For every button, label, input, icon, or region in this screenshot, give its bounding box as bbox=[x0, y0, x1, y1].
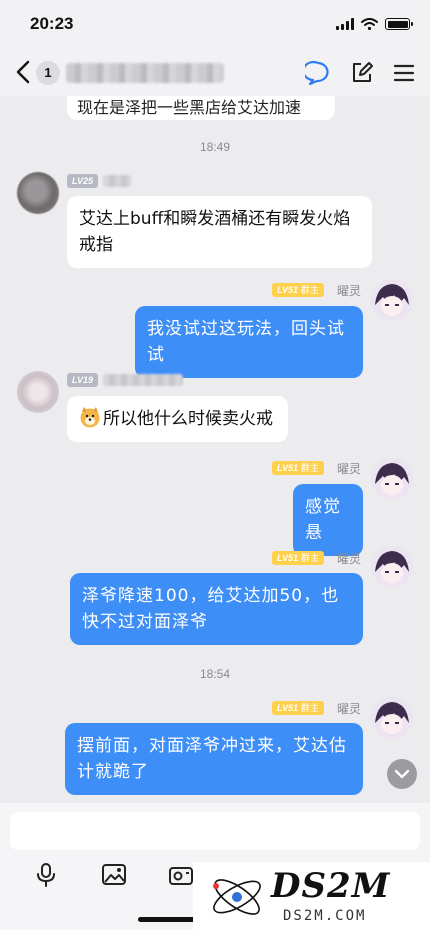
status-time: 20:23 bbox=[30, 14, 74, 33]
avatar[interactable] bbox=[371, 546, 413, 588]
sender-nickname: 曜灵 bbox=[337, 284, 362, 298]
message-list[interactable]: 现在是泽把一些黑店给艾达加速 18:49 LV25 艾达上buff和瞬发酒桶还有… bbox=[0, 96, 430, 803]
anime-avatar-image bbox=[371, 279, 413, 321]
sender-name-blurred[interactable] bbox=[103, 175, 131, 187]
chat-bubble-icon[interactable] bbox=[305, 60, 331, 86]
message-input[interactable] bbox=[10, 812, 420, 850]
message-text: 我没试过这玩法，回头试试 bbox=[147, 319, 345, 365]
level-badge: LV51 群主 bbox=[272, 551, 325, 565]
message-bubble[interactable]: 感觉悬 bbox=[293, 484, 363, 556]
watermark-sub-text: DS2M.COM bbox=[283, 908, 367, 924]
anime-avatar-image bbox=[371, 458, 413, 500]
time-separator: 18:49 bbox=[199, 140, 231, 154]
message-text: 艾达上buff和瞬发酒桶还有瞬发火焰戒指 bbox=[79, 209, 351, 255]
wifi-icon bbox=[361, 18, 378, 30]
sender-nickname: 曜灵 bbox=[337, 702, 362, 716]
chevron-down-icon bbox=[394, 769, 410, 779]
message-bubble[interactable]: 我没试过这玩法，回头试试 bbox=[135, 306, 363, 378]
message-text: 现在是泽把一些黑店给艾达加速 bbox=[77, 98, 302, 117]
chat-header: 1 bbox=[0, 50, 430, 96]
edit-icon[interactable] bbox=[349, 60, 375, 86]
sender-nickname: 曜灵 bbox=[337, 462, 362, 476]
status-icons bbox=[336, 18, 413, 30]
avatar[interactable] bbox=[371, 697, 413, 739]
avatar[interactable] bbox=[17, 371, 59, 413]
avatar[interactable] bbox=[371, 458, 413, 500]
message-bubble[interactable]: 摆前面，对面泽爷冲过来，艾达估计就跪了 bbox=[65, 723, 363, 795]
anime-avatar-image bbox=[371, 697, 413, 739]
message-text: 泽爷降速100，给艾达加50，也快不过对面泽爷 bbox=[82, 586, 340, 632]
menu-icon[interactable] bbox=[391, 60, 417, 86]
message-text: 摆前面，对面泽爷冲过来，艾达估计就跪了 bbox=[77, 736, 347, 782]
avatar[interactable] bbox=[371, 279, 413, 321]
avatar[interactable] bbox=[17, 172, 59, 214]
message-bubble[interactable]: 艾达上buff和瞬发酒桶还有瞬发火焰戒指 bbox=[67, 196, 372, 268]
watermark-logo: DS2M DS2M.COM bbox=[193, 862, 430, 930]
doge-emoji-icon bbox=[80, 407, 100, 428]
message-bubble[interactable]: 所以他什么时候卖火戒 bbox=[67, 396, 288, 442]
camera-icon[interactable] bbox=[168, 863, 194, 887]
level-badge: LV25 bbox=[67, 174, 99, 188]
status-bar: 20:23 bbox=[0, 0, 430, 50]
level-badge: LV51 群主 bbox=[272, 701, 325, 715]
owner-tag: 群主 bbox=[301, 553, 320, 563]
microphone-icon[interactable] bbox=[33, 863, 59, 887]
owner-tag: 群主 bbox=[301, 703, 320, 713]
level-badge: LV51 群主 bbox=[272, 461, 325, 475]
watermark-main-text: DS2M bbox=[271, 866, 391, 906]
anime-avatar-image bbox=[371, 546, 413, 588]
back-chevron-icon[interactable] bbox=[12, 58, 36, 86]
message-bubble[interactable]: 泽爷降速100，给艾达加50，也快不过对面泽爷 bbox=[70, 573, 363, 645]
sender-name-blurred[interactable] bbox=[103, 374, 183, 386]
group-title-blurred[interactable] bbox=[66, 63, 224, 83]
cellular-signal-icon bbox=[336, 18, 354, 30]
owner-tag: 群主 bbox=[301, 285, 320, 295]
level-badge: LV19 bbox=[67, 373, 99, 387]
message-bubble-clipped[interactable]: 现在是泽把一些黑店给艾达加速 bbox=[67, 96, 335, 120]
message-text: 感觉悬 bbox=[305, 497, 341, 543]
level-badge: LV51 群主 bbox=[272, 283, 325, 297]
sender-nickname: 曜灵 bbox=[337, 552, 362, 566]
message-text: 所以他什么时候卖火戒 bbox=[103, 409, 273, 429]
atom-logo-icon bbox=[213, 879, 261, 915]
scroll-to-bottom-button[interactable] bbox=[387, 759, 417, 789]
image-icon[interactable] bbox=[101, 863, 127, 887]
owner-tag: 群主 bbox=[301, 463, 320, 473]
battery-icon bbox=[385, 18, 413, 30]
time-separator: 18:54 bbox=[199, 667, 231, 681]
unread-count-badge[interactable]: 1 bbox=[36, 61, 60, 85]
